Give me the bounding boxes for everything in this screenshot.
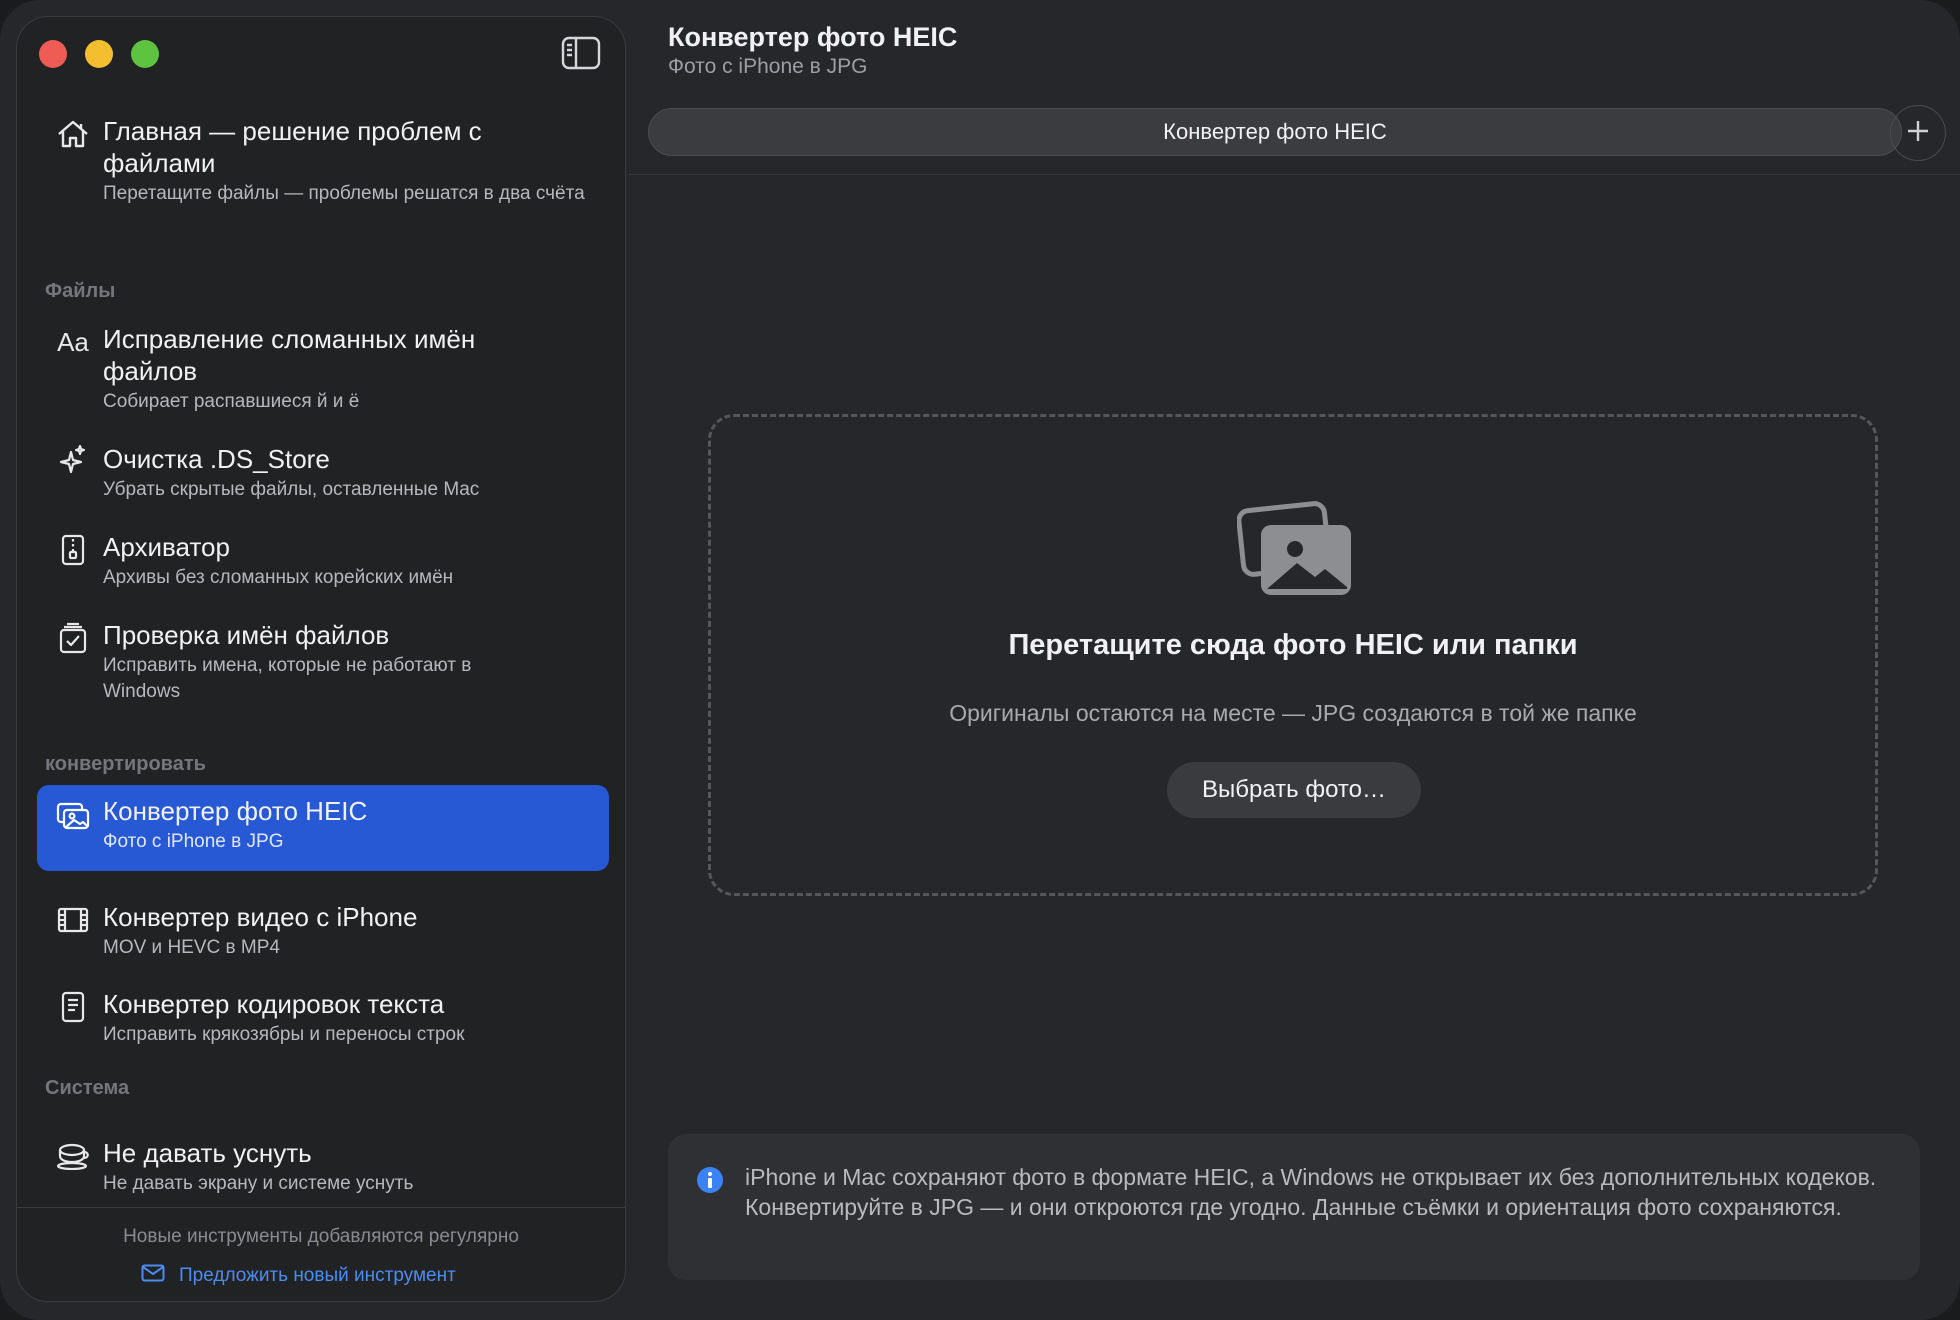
drop-zone-subtitle: Оригиналы остаются на месте — JPG создаю… bbox=[949, 700, 1637, 726]
add-tab-button[interactable] bbox=[1890, 105, 1946, 161]
sidebar-item-title: Конвертер фото HEIC bbox=[103, 796, 368, 826]
close-window-button[interactable] bbox=[39, 40, 67, 68]
zip-icon bbox=[53, 533, 93, 567]
section-label-files: Файлы bbox=[45, 280, 116, 302]
section-label-system: Система bbox=[45, 1077, 130, 1099]
sidebar: Главная — решение проблем с файлами Пере… bbox=[16, 16, 626, 1302]
info-box: iPhone и Mac сохраняют фото в формате HE… bbox=[668, 1134, 1920, 1280]
sidebar-item-subtitle: Собирает распавшиеся й и ё bbox=[103, 391, 360, 412]
zoom-window-button[interactable] bbox=[131, 40, 159, 68]
sidebar-item-title: Главная — решение проблем с файлами bbox=[103, 116, 482, 178]
film-icon bbox=[53, 903, 93, 937]
sidebar-item-archiver[interactable]: Архиватор Архивы без сломанных корейских… bbox=[37, 531, 609, 591]
info-text: iPhone и Mac сохраняют фото в формате HE… bbox=[745, 1164, 1877, 1220]
sidebar-item-title: Очистка .DS_Store bbox=[103, 444, 330, 474]
sidebar-footer: Новые инструменты добавляются регулярно … bbox=[17, 1207, 625, 1303]
drop-zone-title: Перетащите сюда фото HEIC или папки bbox=[1008, 629, 1578, 661]
tab-heic-converter[interactable]: Конвертер фото HEIC bbox=[648, 108, 1902, 156]
sidebar-item-check-names[interactable]: Проверка имён файлов Исправить имена, ко… bbox=[37, 619, 609, 705]
suggest-tool-link[interactable]: Предложить новый инструмент bbox=[141, 1264, 456, 1288]
coffee-cup-icon bbox=[53, 1139, 93, 1173]
sparkles-icon bbox=[53, 443, 93, 477]
sidebar-item-ds-store[interactable]: Очистка .DS_Store Убрать скрытые файлы, … bbox=[37, 443, 609, 503]
minimize-window-button[interactable] bbox=[85, 40, 113, 68]
sidebar-item-title: Проверка имён файлов bbox=[103, 620, 390, 650]
window-controls bbox=[39, 40, 159, 68]
photos-icon bbox=[1236, 499, 1355, 599]
sidebar-item-home[interactable]: Главная — решение проблем с файлами Пере… bbox=[37, 115, 609, 207]
app-window: Главная — решение проблем с файлами Пере… bbox=[0, 0, 1960, 1320]
main-content: Конвертер фото HEIC Фото с iPhone в JPG … bbox=[628, 0, 1960, 1320]
sidebar-item-text-encoding[interactable]: Конвертер кодировок текста Исправить кря… bbox=[37, 988, 609, 1048]
sidebar-item-subtitle: MOV и HEVC в MP4 bbox=[103, 937, 280, 958]
photos-icon bbox=[53, 799, 93, 833]
sidebar-toggle-icon[interactable] bbox=[561, 35, 601, 71]
sidebar-item-keep-awake[interactable]: Не давать уснуть Не давать экрану и сист… bbox=[37, 1137, 609, 1197]
document-icon bbox=[53, 990, 93, 1024]
header-divider bbox=[628, 174, 1960, 175]
sidebar-item-heic-converter[interactable]: Конвертер фото HEIC Фото с iPhone в JPG bbox=[37, 785, 609, 871]
sidebar-item-subtitle: Исправить имена, которые не работают в W… bbox=[103, 655, 472, 702]
sidebar-item-title: Конвертер видео с iPhone bbox=[103, 902, 418, 932]
text-format-icon: Aa bbox=[57, 326, 89, 357]
sidebar-item-subtitle: Архивы без сломанных корейских имён bbox=[103, 567, 454, 588]
home-icon bbox=[53, 117, 93, 151]
envelope-icon bbox=[141, 1264, 165, 1288]
sidebar-item-title: Конвертер кодировок текста bbox=[103, 989, 445, 1019]
sidebar-item-subtitle: Убрать скрытые файлы, оставленные Mac bbox=[103, 479, 480, 500]
drop-zone[interactable]: Перетащите сюда фото HEIC или папки Ориг… bbox=[708, 414, 1878, 896]
sidebar-item-subtitle: Перетащите файлы — проблемы решатся в дв… bbox=[103, 183, 585, 204]
choose-photos-button[interactable]: Выбрать фото… bbox=[1167, 762, 1421, 818]
section-label-convert: конвертировать bbox=[45, 753, 206, 775]
sidebar-item-subtitle: Исправить крякозябры и переносы строк bbox=[103, 1024, 465, 1045]
sidebar-item-subtitle: Не давать экрану и системе уснуть bbox=[103, 1173, 414, 1194]
sidebar-item-title: Исправление сломанных имён файлов bbox=[103, 324, 476, 386]
suggest-tool-label[interactable]: Предложить новый инструмент bbox=[179, 1265, 456, 1287]
plus-icon bbox=[1906, 119, 1930, 148]
footer-note: Новые инструменты добавляются регулярно bbox=[123, 1226, 519, 1247]
page-subtitle: Фото с iPhone в JPG bbox=[668, 55, 868, 78]
sidebar-item-title: Не давать уснуть bbox=[103, 1138, 312, 1168]
sidebar-item-fix-filenames[interactable]: Aa Исправление сломанных имён файлов Соб… bbox=[37, 323, 609, 415]
sidebar-item-video-converter[interactable]: Конвертер видео с iPhone MOV и HEVC в MP… bbox=[37, 901, 609, 961]
info-circle-icon bbox=[696, 1166, 724, 1194]
sidebar-item-subtitle: Фото с iPhone в JPG bbox=[103, 831, 284, 852]
sidebar-item-title: Архиватор bbox=[103, 532, 230, 562]
checklist-icon bbox=[53, 621, 93, 655]
page-title: Конвертер фото HEIC bbox=[668, 22, 958, 52]
